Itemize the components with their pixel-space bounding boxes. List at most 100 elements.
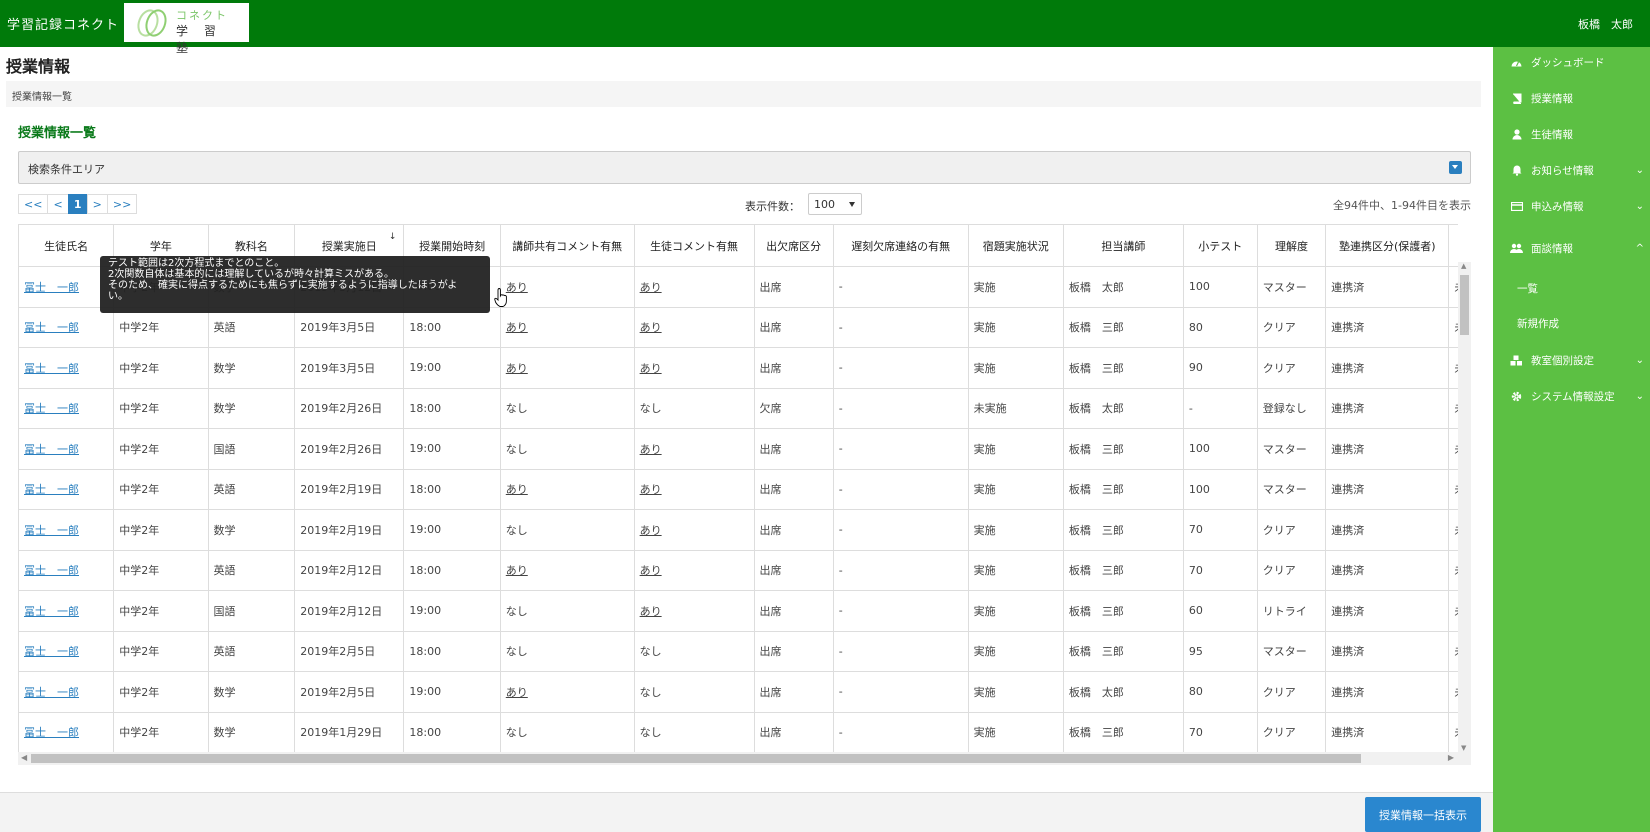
sort-arrow-icon[interactable]: ↓ <box>389 232 397 242</box>
student-name-link[interactable]: 冨士 一郎 <box>24 686 79 699</box>
page-prev-button[interactable]: < <box>47 194 69 214</box>
comment-link[interactable]: あり <box>640 564 662 577</box>
table-cell: 数学 <box>207 671 296 713</box>
student-name-link[interactable]: 冨士 一郎 <box>24 402 79 415</box>
school-logo[interactable]: コネクト 学 習 塾 <box>124 3 249 55</box>
bulk-display-button[interactable]: 授業情報一括表示 <box>1365 797 1481 832</box>
vertical-scroll-thumb[interactable] <box>1460 275 1469 335</box>
column-header[interactable]: 講師共有コメント有無 <box>499 224 635 267</box>
sidebar-subitem-create[interactable]: 新規作成 <box>1517 316 1559 331</box>
scroll-left-icon[interactable]: ◀ <box>21 753 27 762</box>
comment-link[interactable]: あり <box>506 321 528 334</box>
comment-link[interactable]: あり <box>506 564 528 577</box>
column-header[interactable]: 塾連携区分(保護者) <box>1325 224 1450 267</box>
table-row[interactable]: 冨士 一郎 中学2年 英語 2019年2月19日 18:00 あり あり 出席 - 実施 板橋 三郎… <box>18 468 1458 510</box>
column-header[interactable]: 担当講師 <box>1062 224 1184 267</box>
search-condition-area[interactable]: 検索条件エリア <box>18 151 1471 184</box>
table-row[interactable]: 冨士 一郎 中学2年 数学 2019年3月5日 19:00 あり あり 出席 - 実施 板橋 三郎 9… <box>18 347 1458 389</box>
student-name-link[interactable]: 冨士 一郎 <box>24 321 79 334</box>
horizontal-scroll-thumb[interactable] <box>31 754 1361 763</box>
scroll-right-icon[interactable]: ▶ <box>1448 753 1454 762</box>
sidebar-item-students[interactable]: 生徒情報 <box>1493 121 1650 147</box>
cell-text: 19:00 <box>409 523 442 537</box>
table-cell: なし <box>633 671 755 713</box>
horizontal-scrollbar[interactable]: ◀ ▶ <box>18 752 1471 765</box>
table-row[interactable]: 冨士 一郎 中学2年 数学 2019年2月26日 18:00 なし なし 欠席 - 未実施 板橋 太… <box>18 387 1458 429</box>
page-first-button[interactable]: << <box>18 194 49 214</box>
student-name-link[interactable]: 冨士 一郎 <box>24 443 79 456</box>
column-header[interactable]: 出欠席区分 <box>753 224 834 267</box>
table-cell: クリア <box>1256 347 1327 389</box>
page-next-button[interactable]: > <box>86 194 108 214</box>
table-cell: 中学2年 <box>113 468 209 510</box>
sidebar-item-system-settings[interactable]: システム情報設定 ⌄ <box>1493 383 1650 409</box>
table-cell: 実施 <box>967 711 1064 752</box>
comment-link[interactable]: あり <box>640 362 662 375</box>
comment-link[interactable]: あり <box>506 281 528 294</box>
student-name-link[interactable]: 冨士 一郎 <box>24 645 79 658</box>
breadcrumb: 授業情報一覧 <box>6 81 1481 107</box>
table-row[interactable]: 冨士 一郎 中学2年 英語 2019年2月12日 18:00 あり あり 出席 - 実施 板橋 三郎… <box>18 549 1458 591</box>
student-name-link[interactable]: 冨士 一郎 <box>24 281 79 294</box>
cell-text: - <box>838 725 843 739</box>
column-header[interactable]: 理解度 <box>1256 224 1327 267</box>
cell-text: 70 <box>1188 563 1203 577</box>
table-cell: 実施 <box>967 468 1064 510</box>
comment-link[interactable]: あり <box>640 605 662 618</box>
table-cell: - <box>832 468 969 510</box>
scroll-down-icon[interactable]: ▼ <box>1461 744 1466 752</box>
page-current-button[interactable]: 1 <box>67 194 88 214</box>
comment-link[interactable]: あり <box>640 483 662 496</box>
table-row[interactable]: 冨士 一郎 中学2年 数学 2019年2月5日 19:00 あり なし 出席 - 実施 板橋 太郎 8… <box>18 671 1458 713</box>
table-cell: - <box>832 630 969 672</box>
sidebar-item-dashboard[interactable]: ダッシュボード <box>1493 49 1650 75</box>
vertical-scrollbar[interactable]: ▲ ▼ <box>1458 262 1471 752</box>
display-count-select[interactable]: 100 <box>808 193 862 215</box>
column-header[interactable]: 宿題実施状況 <box>967 224 1064 267</box>
app-title[interactable]: 学習記録コネクト <box>7 14 119 33</box>
table-row[interactable]: 冨士 一郎 中学2年 数学 2019年2月19日 19:00 なし あり 出席 - 実施 板橋 三郎… <box>18 509 1458 551</box>
sidebar-subitem-list[interactable]: 一覧 <box>1517 281 1538 296</box>
table-row[interactable]: 冨士 一郎 中学2年 国語 2019年2月12日 19:00 なし あり 出席 - 実施 板橋 三郎… <box>18 590 1458 632</box>
student-name-link[interactable]: 冨士 一郎 <box>24 605 79 618</box>
comment-link[interactable]: あり <box>640 443 662 456</box>
cell-text: 出席 <box>759 321 782 335</box>
sidebar-item-notices[interactable]: お知らせ情報 ⌄ <box>1493 157 1650 183</box>
sidebar-item-classroom-settings[interactable]: 教室個別設定 ⌄ <box>1493 347 1650 373</box>
comment-link[interactable]: あり <box>640 281 662 294</box>
column-header[interactable]: 塾連携 <box>1448 224 1458 267</box>
comment-link[interactable]: あり <box>506 686 528 699</box>
chevron-down-icon: ⌄ <box>1635 354 1644 366</box>
comment-link[interactable]: あり <box>640 524 662 537</box>
cell-text: 数学 <box>213 402 236 416</box>
sidebar-item-applications[interactable]: 申込み情報 ⌄ <box>1493 193 1650 219</box>
table-row[interactable]: 冨士 一郎 中学2年 国語 2019年2月26日 19:00 なし あり 出席 - 実施 板橋 三郎… <box>18 428 1458 470</box>
comment-link[interactable]: あり <box>640 321 662 334</box>
sidebar-item-label: ダッシュボード <box>1531 56 1605 69</box>
cell-text: 2019年2月19日 <box>300 523 383 537</box>
student-name-link[interactable]: 冨士 一郎 <box>24 483 79 496</box>
table-cell: なし <box>499 387 635 429</box>
scroll-up-icon[interactable]: ▲ <box>1461 262 1466 270</box>
table-row[interactable]: 冨士 一郎 中学2年 数学 2019年1月29日 18:00 なし なし 出席 - 実施 板橋 三郎… <box>18 711 1458 752</box>
student-name-link[interactable]: 冨士 一郎 <box>24 524 79 537</box>
column-header[interactable]: 遅刻欠席連絡の有無 <box>832 224 969 267</box>
table-row[interactable]: 冨士 一郎 中学2年 英語 2019年3月5日 18:00 あり あり 出席 - 実施 板橋 三郎 8… <box>18 306 1458 348</box>
breadcrumb-item[interactable]: 授業情報一覧 <box>12 92 72 103</box>
user-name[interactable]: 板橋 太郎 <box>1578 16 1633 32</box>
comment-link[interactable]: あり <box>506 483 528 496</box>
table-cell: 板橋 三郎 <box>1062 711 1184 752</box>
comment-link[interactable]: あり <box>506 362 528 375</box>
student-name-link[interactable]: 冨士 一郎 <box>24 362 79 375</box>
column-header[interactable]: 小テスト <box>1182 224 1258 267</box>
sidebar-item-lessons[interactable]: 授業情報 <box>1493 85 1650 111</box>
table-cell: 中学2年 <box>113 590 209 632</box>
expand-toggle-icon[interactable] <box>1449 161 1462 174</box>
sidebar-item-interviews[interactable]: 面談情報 ^ <box>1493 235 1650 261</box>
page-last-button[interactable]: >> <box>106 194 138 214</box>
student-name-link[interactable]: 冨士 一郎 <box>24 564 79 577</box>
student-name-link[interactable]: 冨士 一郎 <box>24 726 79 739</box>
column-header[interactable]: 生徒コメント有無 <box>633 224 755 267</box>
cell-text: 19:00 <box>409 442 442 456</box>
table-row[interactable]: 冨士 一郎 中学2年 英語 2019年2月5日 18:00 なし なし 出席 - 実施 板橋 三郎 9… <box>18 630 1458 672</box>
